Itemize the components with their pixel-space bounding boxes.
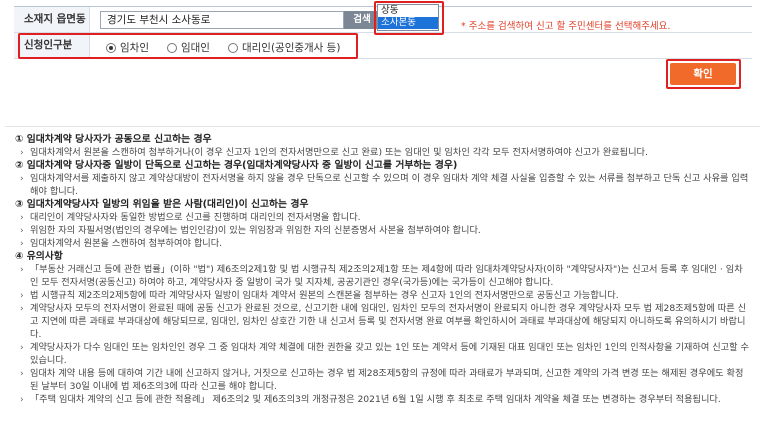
applicant-row: 신청인구분 임차인 임대인 대리인(공인중개사 등)	[14, 33, 752, 59]
address-input[interactable]: 경기도 부천시 소사동로	[100, 11, 344, 29]
guidance-item: 계약당사자가 다수 임대인 또는 임차인인 경우 그 중 임대차 계약 체결에 …	[15, 341, 760, 367]
guidance-item: 임대차계약서 원본을 스캔하여 첨부하거나(이 경우 신고자 1인의 전자서명만…	[15, 146, 760, 159]
address-label: 소재지 읍면동	[14, 7, 90, 32]
guidance-item: 계약당사자 모두의 전자서명이 완료된 때에 공동 신고가 완료된 것으로, 신…	[15, 302, 760, 341]
guidance-item: 위임한 자의 자필서명(법인의 경우에는 법인인감)이 있는 위임장과 위임한 …	[15, 224, 760, 237]
dong-option-selected[interactable]: 소사본동	[378, 17, 438, 29]
radio-tenant-label: 임차인	[120, 42, 149, 54]
guidance-item: 법 시행규칙 제2조의2제5항에 따라 계약당사자 일방이 임대차 계약서 원본…	[15, 289, 760, 302]
applicant-label: 신청인구분	[14, 33, 90, 58]
radio-tenant[interactable]: 임차인	[106, 40, 149, 55]
applicant-radio-group: 임차인 임대인 대리인(공인중개사 등)	[106, 40, 358, 55]
radio-landlord[interactable]: 임대인	[166, 40, 210, 55]
radio-agent-label: 대리인(공인중개사 등)	[241, 42, 341, 54]
guidance-item: 「주택 임대차 계약의 신고 등에 관한 적용례」 제6조의2 및 제6조의3의…	[15, 393, 760, 406]
radio-tenant-dot[interactable]	[106, 42, 116, 53]
guidance-item: 대리인이 계약당사자와 동일한 방법으로 신고를 진행하며 대리인의 전자서명을…	[15, 211, 760, 224]
rental-report-form: 소재지 읍면동 경기도 부천시 소사동로 검색 * 주소를 검색하여 신고 할 …	[0, 0, 765, 100]
section-title: ② 임대차계약 당사자중 일방이 단독으로 신고하는 경우(임대차계약당사자 중…	[15, 160, 458, 171]
guidance-item: 임대차 계약 내용 등에 대하여 기간 내에 신고하지 않거나, 거짓으로 신고…	[15, 367, 760, 393]
guidance-item: 임대차계약서 원본을 스캔하여 첨부하여야 합니다.	[15, 237, 760, 250]
dong-option[interactable]: 상동	[378, 5, 438, 17]
dong-select-list[interactable]: 상동 소사본동	[377, 4, 439, 31]
search-button[interactable]: 검색	[344, 11, 380, 29]
guidance-item: 임대차계약서를 제출하지 않고 계약상대방이 전자서명을 하지 않을 경우 단독…	[15, 172, 760, 198]
guidance-item: 「부동산 거래신고 등에 관한 법률」(이하 "법") 제6조의2제1항 및 법…	[15, 263, 760, 289]
confirm-button[interactable]: 확인	[670, 63, 736, 85]
radio-agent-dot[interactable]	[227, 42, 238, 53]
section-title: ④ 유의사항	[15, 251, 63, 262]
address-notice: * 주소를 검색하여 신고 할 주민센터를 선택해주세요.	[461, 21, 671, 32]
section-title: ③ 임대차계약당사자 일방의 위임을 받은 사람(대리인)이 신고하는 경우	[15, 199, 309, 210]
section-title: ① 임대차계약 당사자가 공동으로 신고하는 경우	[15, 134, 212, 145]
radio-landlord-label: 임대인	[180, 42, 210, 54]
radio-agent[interactable]: 대리인(공인중개사 등)	[227, 40, 341, 55]
guidance-section: ① 임대차계약 당사자가 공동으로 신고하는 경우 임대차계약서 원본을 스캔하…	[5, 126, 760, 442]
radio-landlord-dot[interactable]	[166, 42, 177, 53]
